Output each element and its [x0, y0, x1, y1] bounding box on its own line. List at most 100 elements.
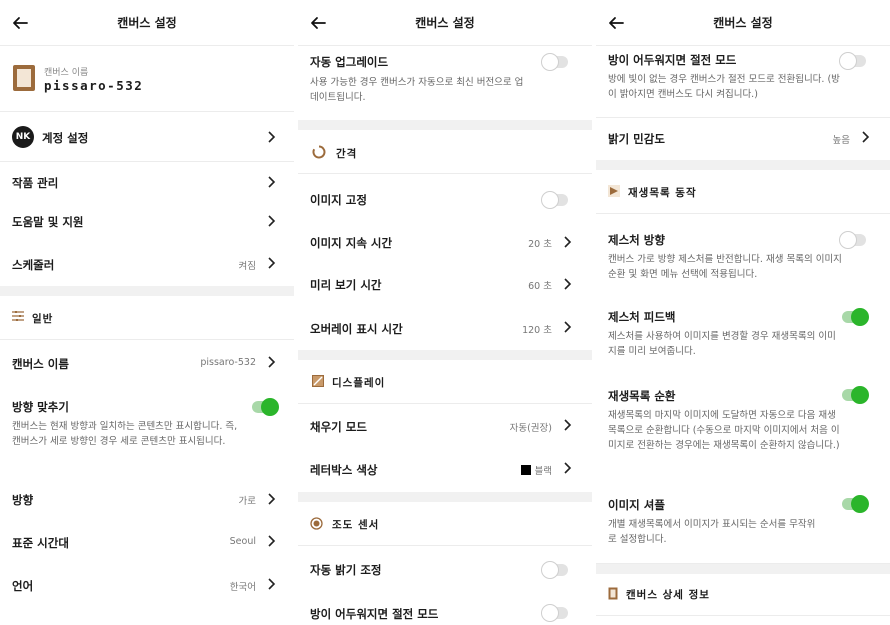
canvas-name-label: 캔버스 이름: [12, 357, 69, 371]
canvas-name-card: 캔버스 이름 pissaro-532: [0, 46, 294, 112]
nav-item-label: 작품 관리: [12, 176, 59, 190]
brightness-sensitivity-value: 높음: [832, 135, 850, 146]
chevron-right-icon: [268, 356, 276, 368]
chevron-right-icon: [564, 321, 572, 333]
image-shuffle-desc: 개별 재생목록에서 이미지가 표시되는 순서를 무작위로 설정합니다.: [608, 519, 816, 545]
orientation-match-label: 방향 맞추기: [12, 400, 69, 414]
section-title: 캔버스 상세 정보: [626, 589, 710, 601]
setting-label: 방향: [12, 493, 34, 507]
gesture-direction-toggle[interactable]: [839, 231, 866, 249]
gesture-feedback-row: 제스처 피드백 제스처를 사용하여 이미지를 변경할 경우 재생목록의 이미지를…: [596, 294, 890, 370]
canvas-name-row[interactable]: 캔버스 이름 pissaro-532: [0, 340, 294, 384]
chevron-right-icon: [564, 278, 572, 290]
section-header-general: 일반: [0, 296, 294, 340]
setting-row-language[interactable]: 언어 한국어: [0, 564, 294, 608]
interval-row-duration[interactable]: 이미지 지속 시간 20 초: [298, 222, 592, 264]
timer-icon: [312, 145, 326, 159]
gesture-feedback-toggle[interactable]: [842, 308, 869, 326]
auto-upgrade-row: 자동 업그레이드 사용 가능한 경우 캔버스가 자동으로 최신 버전으로 업데이…: [298, 46, 592, 120]
nav-item-scheduler[interactable]: 스케줄러 켜짐: [0, 242, 294, 286]
interval-label: 미리 보기 시간: [310, 278, 382, 292]
image-shuffle-toggle[interactable]: [842, 495, 869, 513]
auto-upgrade-label: 자동 업그레이드: [310, 55, 389, 69]
back-arrow-icon[interactable]: [608, 15, 624, 31]
letterbox-value: 블랙: [520, 463, 552, 477]
nav-item-label: 도움말 및 지원: [12, 215, 84, 229]
chevron-right-icon: [268, 176, 276, 188]
playlist-loop-row: 재생목록 순환 재생목록의 마지막 이미지에 도달하면 자동으로 다음 재생목록…: [596, 370, 890, 476]
section-divider: [298, 350, 592, 360]
image-shuffle-label: 이미지 셔플: [608, 498, 665, 512]
setting-label: 표준 시간대: [12, 536, 69, 550]
section-divider: [0, 286, 294, 296]
interval-label: 오버레이 표시 시간: [310, 322, 403, 336]
interval-row-preview[interactable]: 미리 보기 시간 60 초: [298, 264, 592, 306]
gesture-feedback-desc: 제스처를 사용하여 이미지를 변경할 경우 재생목록의 이미지를 미리 보여줍니…: [608, 331, 836, 357]
page-title: 캔버스 설정: [415, 16, 475, 30]
chevron-right-icon: [564, 419, 572, 431]
page-title: 캔버스 설정: [713, 16, 773, 30]
setting-row-timezone[interactable]: 표준 시간대 Seoul: [0, 520, 294, 564]
dark-power-save-row: 방이 어두워지면 절전 모드 방에 빛이 없는 경우 캔버스가 절전 모드로 전…: [596, 46, 890, 118]
nav-item-label: 스케줄러: [12, 258, 55, 272]
setting-label: 언어: [12, 579, 34, 593]
page-title: 캔버스 설정: [117, 16, 177, 30]
canvas-frame-icon: [13, 65, 35, 91]
section-header-details: 캔버스 상세 정보: [596, 574, 890, 616]
setting-value: 가로: [238, 496, 256, 507]
chevron-right-icon: [268, 578, 276, 590]
setting-row-orientation[interactable]: 방향 가로: [0, 480, 294, 520]
nav-item-help[interactable]: 도움말 및 지원: [0, 202, 294, 242]
chevron-right-icon: [564, 462, 572, 474]
chevron-right-icon: [268, 535, 276, 547]
orientation-match-toggle[interactable]: [252, 398, 279, 416]
dark-power-save-toggle[interactable]: [839, 52, 866, 70]
dark-power-save-row: 방이 어두워지면 절전 모드: [298, 590, 592, 625]
playlist-icon: [608, 185, 620, 197]
section-divider: [596, 564, 890, 574]
fill-mode-row[interactable]: 채우기 모드 자동(권장): [298, 404, 592, 448]
sensor-icon: [310, 517, 323, 530]
brightness-sensitivity-row[interactable]: 밝기 민감도 높음: [596, 118, 890, 160]
gesture-direction-label: 제스처 방향: [608, 233, 665, 247]
dark-power-save-desc: 방에 빛이 없는 경우 캔버스가 절전 모드로 전환됩니다. (방이 밝아지면 …: [608, 74, 840, 100]
interval-row-overlay[interactable]: 오버레이 표시 시간 120 초: [298, 306, 592, 350]
image-shuffle-row: 이미지 셔플 개별 재생목록에서 이미지가 표시되는 순서를 무작위로 설정합니…: [596, 476, 890, 564]
display-icon: [312, 375, 324, 387]
auto-brightness-label: 자동 밝기 조정: [310, 563, 382, 577]
image-pin-toggle[interactable]: [541, 191, 568, 209]
auto-brightness-row: 자동 밝기 조정: [298, 546, 592, 590]
dark-power-save-toggle[interactable]: [541, 604, 568, 622]
canvas-card-name: pissaro-532: [44, 78, 144, 93]
settings-panel-display: 캔버스 설정 자동 업그레이드 사용 가능한 경우 캔버스가 자동으로 최신 버…: [298, 0, 592, 625]
account-settings-row[interactable]: NK 계정 설정: [0, 112, 294, 162]
app-bar: 캔버스 설정: [0, 0, 294, 46]
app-bar: 캔버스 설정: [596, 0, 890, 46]
playlist-loop-label: 재생목록 순환: [608, 389, 676, 403]
auto-brightness-toggle[interactable]: [541, 561, 568, 579]
color-swatch: [520, 465, 531, 475]
section-divider: [298, 120, 592, 130]
orientation-match-row: 방향 맞추기 캔버스는 현재 방향과 일치하는 콘텐츠만 표시합니다. 즉, 캔…: [0, 384, 294, 480]
fill-mode-label: 채우기 모드: [310, 420, 367, 434]
letterbox-color-row[interactable]: 레터박스 색상 블랙: [298, 448, 592, 492]
section-title: 일반: [32, 313, 54, 325]
fill-mode-value: 자동(권장): [509, 423, 552, 434]
gesture-direction-desc: 캔버스 가로 방향 제스처를 반전합니다. 재생 목록의 이미지 순환 및 화면…: [608, 254, 842, 280]
settings-panel-main: 캔버스 설정 캔버스 이름 pissaro-532 NK 계정 설정 작품 관리…: [0, 0, 294, 625]
back-arrow-icon[interactable]: [12, 15, 28, 31]
interval-label: 이미지 지속 시간: [310, 236, 393, 250]
canvas-frame-icon: [608, 587, 618, 600]
nav-item-artwork[interactable]: 작품 관리: [0, 162, 294, 202]
section-title: 디스플레이: [332, 377, 386, 389]
back-arrow-icon[interactable]: [310, 15, 326, 31]
playlist-loop-toggle[interactable]: [842, 386, 869, 404]
brightness-sensitivity-label: 밝기 민감도: [608, 132, 665, 146]
app-bar: 캔버스 설정: [298, 0, 592, 46]
auto-upgrade-toggle[interactable]: [541, 53, 568, 71]
chevron-right-icon: [268, 493, 276, 505]
chevron-right-icon: [268, 257, 276, 269]
setting-value: 한국어: [229, 582, 256, 593]
auto-upgrade-desc: 사용 가능한 경우 캔버스가 자동으로 최신 버전으로 업데이트됩니다.: [310, 77, 524, 103]
interval-value: 120 초: [522, 325, 552, 336]
